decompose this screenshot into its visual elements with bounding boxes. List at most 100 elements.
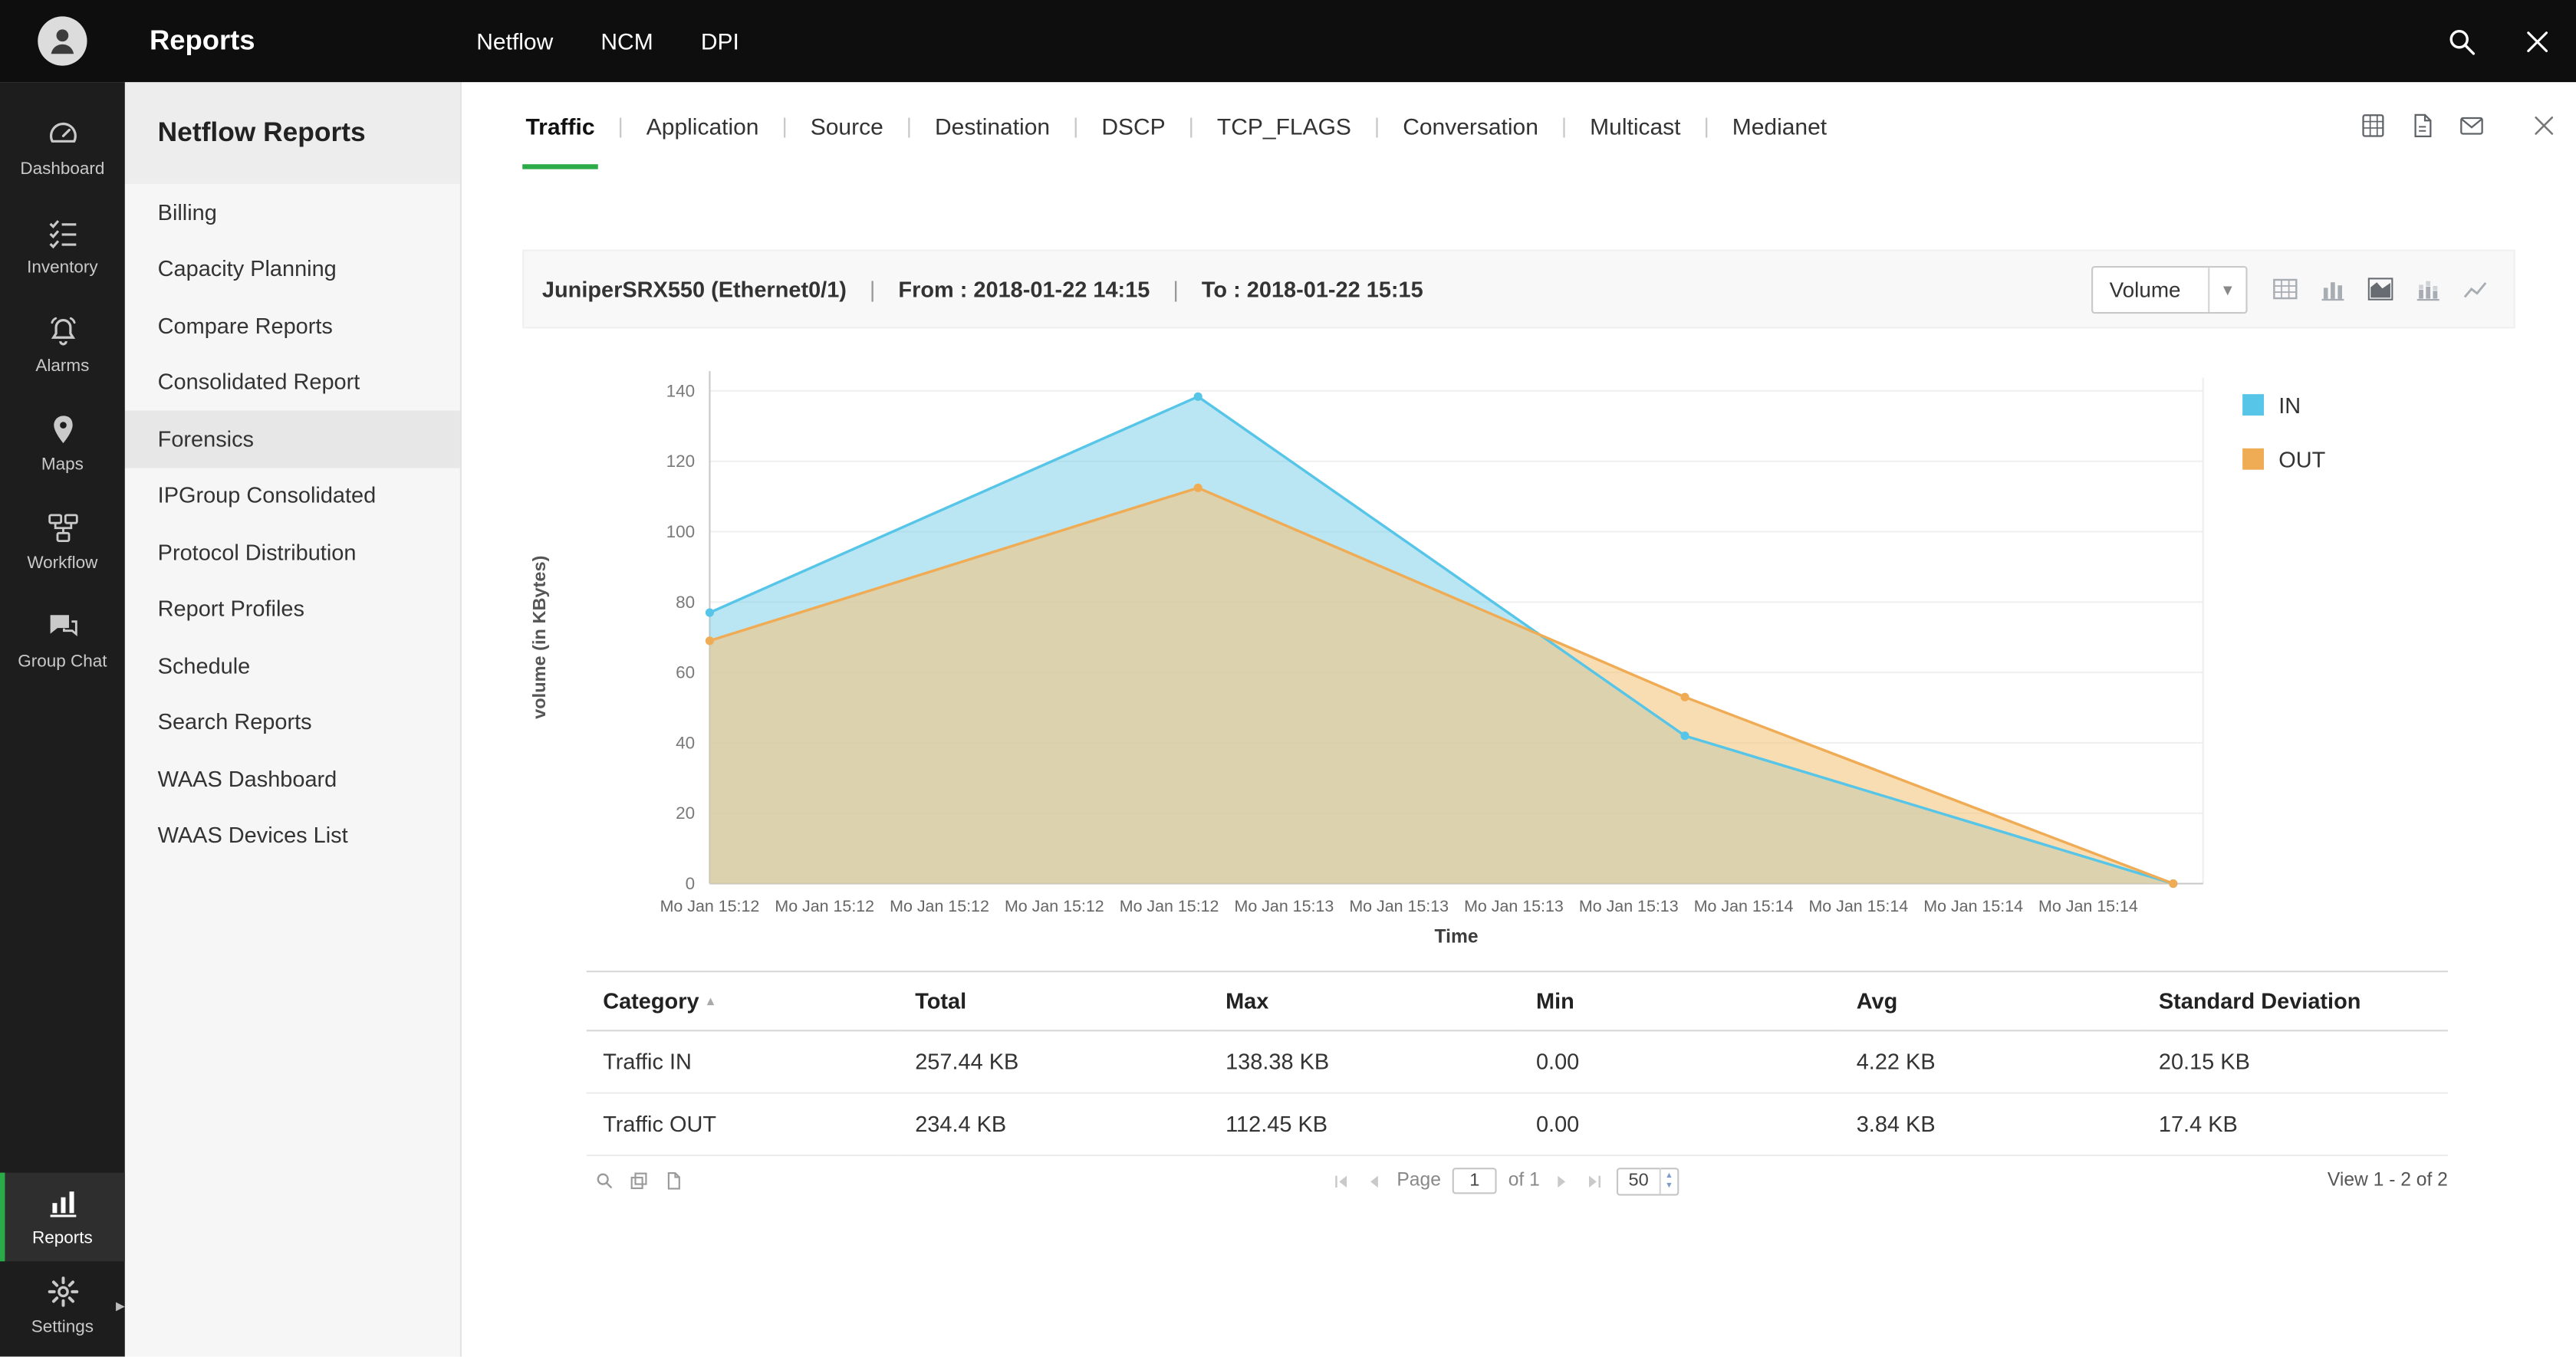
tab-destination[interactable]: Destination — [932, 82, 1054, 169]
chart-stacked-bar-icon[interactable] — [2413, 274, 2443, 304]
tab-tcp-flags[interactable]: TCP_FLAGS — [1214, 82, 1355, 169]
sidebar-item-waas-devices-list[interactable]: WAAS Devices List — [125, 807, 460, 864]
rail-item-maps[interactable]: Maps — [0, 394, 125, 493]
rail-item-workflow[interactable]: Workflow — [0, 493, 125, 592]
to-time: To : 2018-01-22 15:15 — [1202, 277, 1423, 301]
topnav-ncm[interactable]: NCM — [600, 28, 653, 54]
rail-item-settings[interactable]: Settings▸ — [0, 1261, 125, 1350]
sidebar-item-waas-dashboard[interactable]: WAAS Dashboard — [125, 751, 460, 807]
export-pdf-icon[interactable] — [2408, 112, 2436, 140]
metric-select-value: Volume — [2093, 267, 2208, 311]
first-page-button[interactable] — [1331, 1170, 1353, 1191]
tab-separator: | — [1073, 113, 1078, 138]
tab-conversation[interactable]: Conversation — [1400, 82, 1541, 169]
column-header-category[interactable]: Category▴ — [587, 971, 899, 1030]
sidebar-item-capacity-planning[interactable]: Capacity Planning — [125, 241, 460, 297]
sidebar-item-ipgroup-consolidated[interactable]: IPGroup Consolidated — [125, 467, 460, 524]
copy-icon[interactable] — [629, 1171, 649, 1191]
last-page-button[interactable] — [1584, 1170, 1606, 1191]
from-time: From : 2018-01-22 14:15 — [898, 277, 1150, 301]
sidebar-item-protocol-distribution[interactable]: Protocol Distribution — [125, 524, 460, 580]
sidebar-item-consolidated-report[interactable]: Consolidated Report — [125, 354, 460, 411]
rail-item-label: Reports — [32, 1228, 93, 1248]
tab-multicast[interactable]: Multicast — [1587, 82, 1684, 169]
sidebar-item-compare-reports[interactable]: Compare Reports — [125, 297, 460, 354]
rail-item-inventory[interactable]: Inventory — [0, 197, 125, 296]
workflow-icon — [45, 511, 80, 545]
svg-text:Mo Jan 15:13: Mo Jan 15:13 — [1464, 897, 1564, 915]
export-document-icon[interactable] — [663, 1171, 683, 1191]
expand-arrow-icon[interactable]: ▸ — [116, 1295, 125, 1316]
svg-text:Mo Jan 15:14: Mo Jan 15:14 — [1923, 897, 2023, 915]
page-title: Reports — [150, 25, 255, 58]
next-page-button[interactable] — [1551, 1170, 1573, 1191]
cell-total: 234.4 KB — [899, 1093, 1209, 1155]
cell-min: 0.00 — [1520, 1030, 1841, 1092]
close-icon[interactable] — [2522, 25, 2553, 57]
svg-text:20: 20 — [676, 803, 695, 823]
sort-ascending-icon: ▴ — [707, 994, 714, 1008]
rail-item-group-chat[interactable]: Group Chat — [0, 591, 125, 690]
report-tabs: Traffic|Application|Source|Destination|D… — [522, 82, 1830, 169]
svg-text:60: 60 — [676, 663, 695, 682]
sidebar-item-forensics[interactable]: Forensics — [125, 411, 460, 468]
sidebar-item-report-profiles[interactable]: Report Profiles — [125, 580, 460, 637]
column-header-standard-deviation[interactable]: Standard Deviation — [2142, 971, 2447, 1030]
page-of-label: of 1 — [1508, 1171, 1540, 1191]
device-name: JuniperSRX550 (Ethernet0/1) — [542, 277, 847, 301]
sidebar-item-schedule[interactable]: Schedule — [125, 637, 460, 694]
cell-max: 138.38 KB — [1209, 1030, 1520, 1092]
stepper-icon[interactable]: ▲▼ — [1659, 1168, 1679, 1194]
tab-medianet[interactable]: Medianet — [1729, 82, 1830, 169]
search-icon[interactable] — [2446, 25, 2478, 57]
rail-item-label: Inventory — [27, 258, 98, 278]
zoom-icon[interactable] — [594, 1171, 614, 1191]
svg-text:80: 80 — [676, 593, 695, 612]
column-header-max[interactable]: Max — [1209, 971, 1520, 1030]
user-avatar[interactable] — [38, 16, 87, 65]
tab-separator: | — [1189, 113, 1194, 138]
svg-text:100: 100 — [666, 522, 696, 541]
email-report-icon[interactable] — [2458, 112, 2486, 140]
column-header-min[interactable]: Min — [1520, 971, 1841, 1030]
chevron-down-icon: ▾ — [2208, 267, 2245, 311]
svg-text:40: 40 — [676, 733, 695, 752]
sidebar-item-search-reports[interactable]: Search Reports — [125, 694, 460, 751]
column-header-avg[interactable]: Avg — [1840, 971, 2142, 1030]
svg-text:Mo Jan 15:13: Mo Jan 15:13 — [1235, 897, 1334, 915]
page-size-select[interactable]: 50 ▲▼ — [1617, 1167, 1680, 1194]
chart-line-icon[interactable] — [2461, 274, 2491, 304]
sidebar-item-billing[interactable]: Billing — [125, 184, 460, 241]
page-label: Page — [1397, 1171, 1441, 1191]
tab-separator: | — [1561, 113, 1567, 138]
grid-tools — [587, 1171, 683, 1191]
traffic-volume-chart: 020406080100120140Mo Jan 15:12Mo Jan 15:… — [522, 345, 2515, 949]
tab-source[interactable]: Source — [807, 82, 887, 169]
topnav-dpi[interactable]: DPI — [701, 28, 739, 54]
rail-item-label: Dashboard — [20, 159, 104, 179]
report-actions — [2359, 82, 2558, 169]
close-report-icon[interactable] — [2530, 112, 2558, 140]
rail-item-reports[interactable]: Reports — [0, 1173, 125, 1262]
export-excel-icon[interactable] — [2359, 112, 2387, 140]
alarms-icon — [45, 314, 80, 348]
rail-item-dashboard[interactable]: Dashboard — [0, 99, 125, 198]
svg-text:120: 120 — [666, 452, 696, 471]
separator: | — [870, 277, 876, 301]
pager-controls: Page of 1 50 ▲▼ — [683, 1167, 2328, 1194]
column-header-total[interactable]: Total — [899, 971, 1209, 1030]
chart-area-icon[interactable] — [2366, 274, 2396, 304]
group-chat-icon — [45, 610, 80, 644]
chart-table-icon[interactable] — [2271, 274, 2301, 304]
tab-traffic[interactable]: Traffic — [522, 82, 598, 169]
prev-page-button[interactable] — [1364, 1170, 1386, 1191]
tab-dscp[interactable]: DSCP — [1098, 82, 1169, 169]
table-row-traffic-out: Traffic OUT234.4 KB112.45 KB0.003.84 KB1… — [587, 1093, 2448, 1155]
chart-bar-icon[interactable] — [2318, 274, 2348, 304]
topnav-netflow[interactable]: Netflow — [476, 28, 553, 54]
app-root: Reports Netflow NCM DPI Dashboard Inventory… — [0, 0, 2576, 1356]
tab-application[interactable]: Application — [643, 82, 762, 169]
metric-select[interactable]: Volume ▾ — [2091, 265, 2248, 313]
page-input[interactable] — [1452, 1168, 1497, 1194]
rail-item-alarms[interactable]: Alarms — [0, 296, 125, 395]
